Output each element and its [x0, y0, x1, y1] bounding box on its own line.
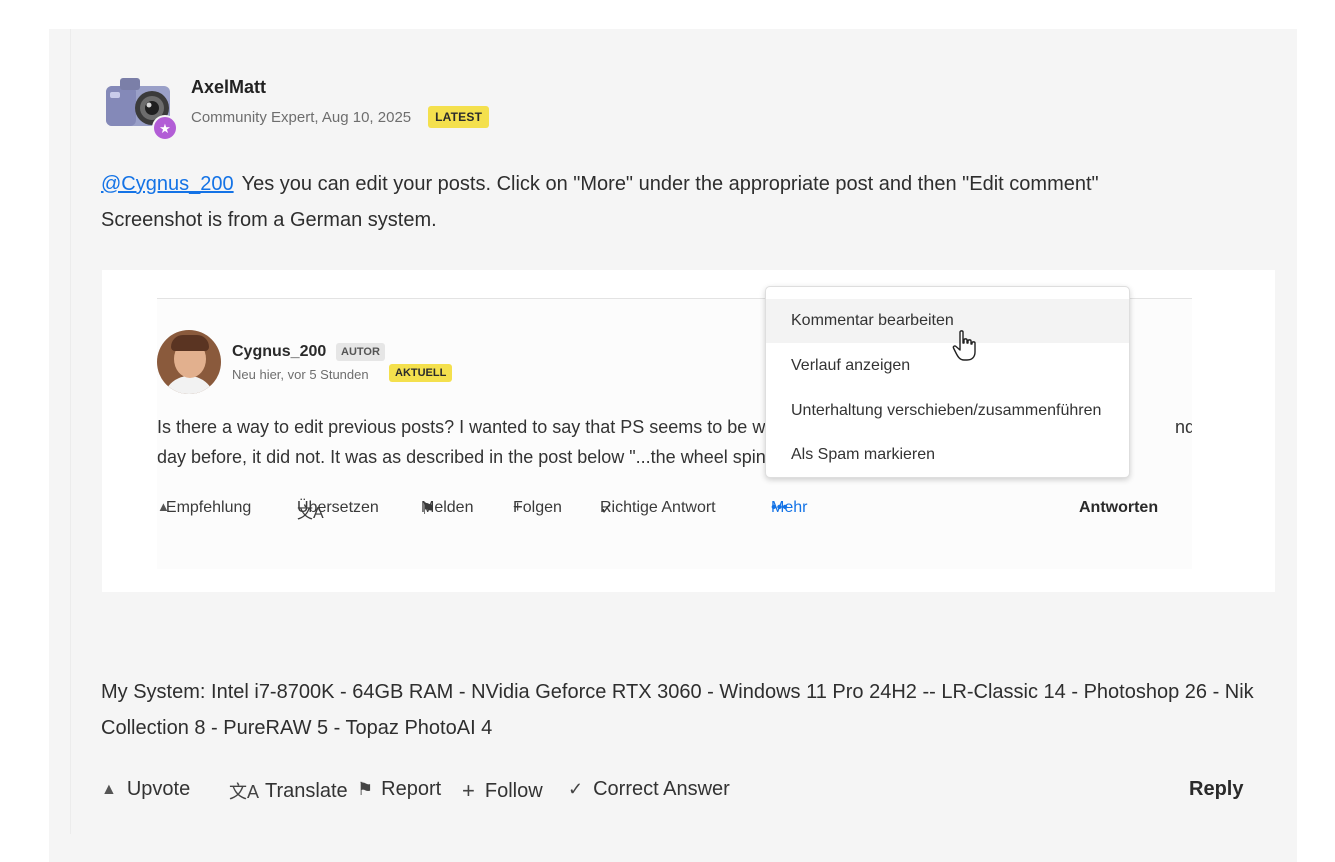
- screenshot-upvote: ▲ Empfehlung: [157, 499, 252, 516]
- follow-label: Follow: [484, 779, 543, 802]
- report-button[interactable]: ⚑ Report: [357, 778, 441, 801]
- screenshot-autor-badge: AUTOR: [336, 343, 385, 361]
- action-bar: ▲ Upvote 文A Translate ⚑ Report + Follow …: [101, 778, 1261, 806]
- screenshot-actions: ▲ Empfehlung 文A Übersetzen ⚑ Melden + Fo…: [157, 499, 1159, 522]
- plus-icon: +: [462, 778, 475, 803]
- hand-cursor-icon: [952, 330, 976, 361]
- correct-answer-label: Correct Answer: [593, 778, 730, 800]
- star-badge-icon: ★: [152, 115, 178, 141]
- screenshot-line1: Is there a way to edit previous posts? I…: [157, 417, 776, 437]
- author-name[interactable]: AxelMatt: [191, 77, 266, 98]
- signature-text: My System: Intel i7-8700K - 64GB RAM - N…: [101, 681, 1254, 739]
- translate-button[interactable]: 文A Translate: [229, 778, 348, 804]
- screenshot-line2: day before, it did not. It was as descri…: [157, 447, 766, 467]
- screenshot-author: Cygnus_200: [232, 343, 327, 360]
- menu-item-history: Verlauf anzeigen: [791, 357, 911, 374]
- post-body: @Cygnus_200 Yes you can edit your posts. …: [101, 166, 1261, 238]
- post-text-line1: Yes you can edit your posts. Click on "M…: [241, 173, 1099, 195]
- translate-label: Translate: [265, 779, 348, 802]
- menu-item-edit-comment: Kommentar bearbeiten: [766, 299, 1129, 343]
- more-dropdown-menu: Kommentar bearbeiten Verlauf anzeigen Un…: [765, 286, 1130, 478]
- post-text-line2: Screenshot is from a German system.: [101, 209, 437, 231]
- screenshot-reply: Antworten: [1079, 499, 1159, 516]
- latest-badge: LATEST: [428, 106, 490, 128]
- report-label: Report: [381, 778, 442, 800]
- role-date: Community Expert, Aug 10, 2025: [191, 108, 412, 126]
- author-meta: Community Expert, Aug 10, 2025 LATEST: [191, 106, 490, 128]
- checkmark-icon: ✓: [568, 779, 584, 799]
- flag-icon: ⚑: [357, 779, 374, 799]
- upvote-button[interactable]: ▲ Upvote: [101, 778, 190, 801]
- upvote-triangle-icon: ▲: [101, 780, 117, 798]
- embedded-screenshot[interactable]: Cygnus_200 AUTOR Neu hier, vor 5 Stunden…: [102, 270, 1275, 592]
- thread-line: [70, 29, 71, 834]
- follow-button[interactable]: + Follow: [462, 778, 543, 804]
- screenshot-avatar: [157, 330, 221, 394]
- translate-icon: 文A: [229, 782, 260, 802]
- menu-item-move-thread: Unterhaltung verschieben/zusammenführen: [791, 402, 1102, 419]
- screenshot-meta: Neu hier, vor 5 Stunden: [232, 367, 369, 382]
- reply-button[interactable]: Reply: [1189, 778, 1243, 801]
- menu-item-spam: Als Spam markieren: [791, 446, 936, 463]
- upvote-label: Upvote: [126, 778, 191, 800]
- mention-link[interactable]: @Cygnus_200: [101, 173, 234, 195]
- screenshot-aktuell-badge: AKTUELL: [389, 364, 453, 382]
- correct-answer-button[interactable]: ✓ Correct Answer: [568, 778, 730, 801]
- screenshot-line1-end: nd the: [1175, 417, 1192, 437]
